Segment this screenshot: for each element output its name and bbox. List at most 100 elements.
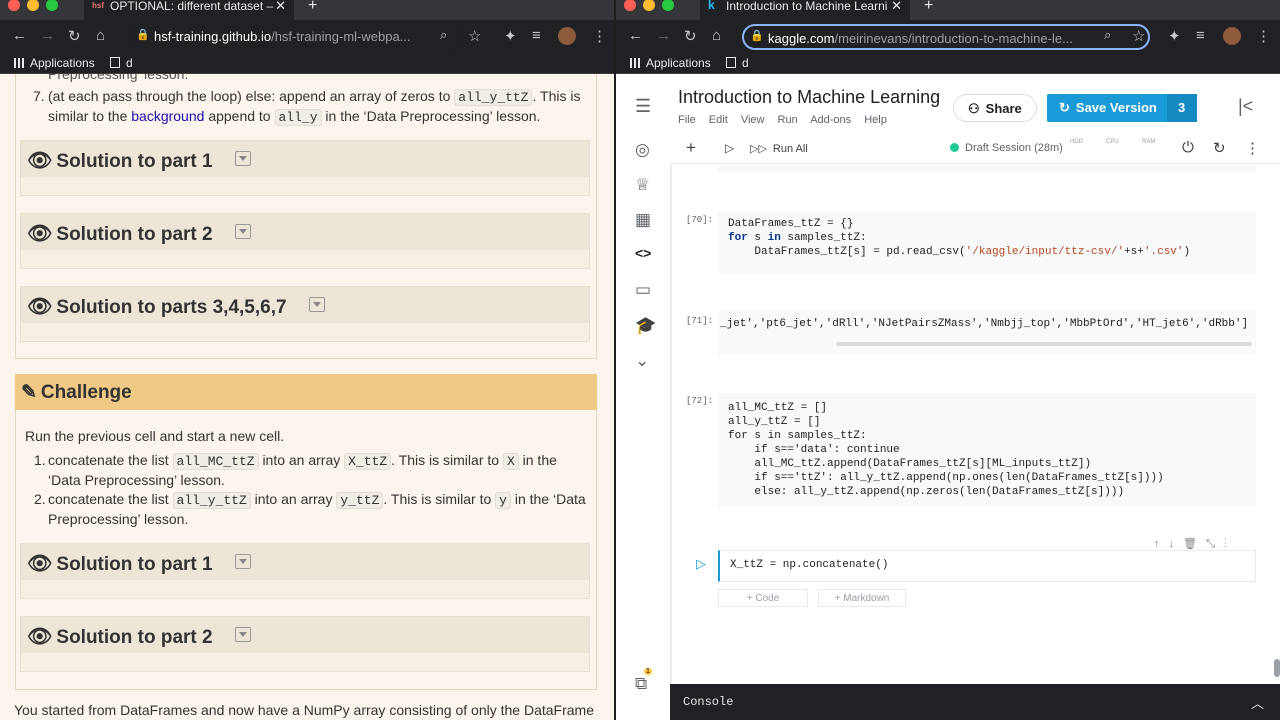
chevron-up-icon[interactable]: ︿	[1251, 693, 1264, 712]
menu-file[interactable]: File	[678, 114, 696, 126]
code-cell-72[interactable]: all_MC_ttZ = [] all_y_ttZ = [] for s in …	[718, 393, 1256, 507]
cell-menu-icon[interactable]: ⋮	[1224, 538, 1227, 550]
collapse-panel-icon[interactable]: |<	[1238, 96, 1253, 117]
right-address-bar[interactable]: 🔒 kaggle.com/meirinevans/introduction-to…	[742, 24, 1150, 50]
notebook-toolbar: + ▷ ▷▷ Run All Draft Session (28m) HDD CP…	[670, 136, 1280, 164]
apps-bookmark[interactable]: Applications	[630, 56, 711, 70]
more-options-icon[interactable]: ⋮	[1245, 139, 1260, 157]
extensions-icon[interactable]: ✦	[504, 27, 517, 45]
challenge-solution-part-1[interactable]: 👁 Solution to part 1	[20, 543, 590, 599]
close-tab-icon[interactable]: ✕	[891, 0, 902, 14]
right-nav-bar: ← → ↻ ⌂ 🔒 kaggle.com/meirinevans/introdu…	[616, 20, 1280, 52]
profile-avatar[interactable]	[558, 27, 576, 45]
extensions-icon[interactable]: ✦	[1168, 27, 1181, 45]
new-tab-icon[interactable]: +	[924, 0, 933, 15]
chevron-down-icon[interactable]	[308, 297, 325, 312]
restart-icon[interactable]: ↻	[1213, 139, 1226, 157]
d-bookmark[interactable]: d	[726, 56, 749, 70]
reload-icon[interactable]: ↻	[684, 27, 697, 45]
maximize-window-button[interactable]	[662, 0, 674, 11]
chevron-down-icon[interactable]	[234, 224, 251, 239]
hamburger-menu-icon[interactable]: ☰	[635, 96, 651, 117]
right-active-tab[interactable]: k Introduction to Machine Learni ✕	[700, 0, 910, 20]
back-icon[interactable]: ←	[12, 27, 27, 44]
output-cell-71[interactable]: _jet','pt6_jet','dRll','NJetPairsZMass',…	[718, 311, 1256, 355]
compass-icon[interactable]: ◎	[635, 140, 650, 160]
close-tab-icon[interactable]: ✕	[275, 0, 286, 14]
home-icon[interactable]: ⌂	[96, 27, 105, 44]
d-bookmark[interactable]: d	[110, 56, 133, 70]
console-panel[interactable]: Console ︿	[670, 684, 1280, 720]
add-markdown-button[interactable]: + Markdown	[818, 589, 906, 607]
collapse-icon[interactable]: ⤡	[1206, 538, 1215, 550]
right-bookmarks-bar: Applications d	[616, 52, 1280, 74]
session-status[interactable]: Draft Session (28m)	[950, 142, 1063, 154]
apps-bookmark[interactable]: Applications	[14, 56, 95, 70]
version-count-button[interactable]: 3	[1167, 94, 1197, 122]
maximize-window-button[interactable]	[46, 0, 58, 11]
close-window-button[interactable]	[624, 0, 636, 11]
code-icon[interactable]: <>	[635, 245, 651, 261]
add-code-button[interactable]: + Code	[718, 589, 808, 607]
copy-notifications-icon[interactable]: ⧉ 1	[635, 668, 652, 694]
forward-icon[interactable]: →	[40, 27, 55, 44]
solution-part-2[interactable]: 👁 Solution to part 2	[20, 213, 590, 269]
solution-part-1[interactable]: 👁 Solution to part 1	[20, 140, 590, 196]
menu-kebab-icon[interactable]: ⋮	[592, 27, 607, 45]
menu-view[interactable]: View	[741, 114, 765, 126]
close-window-button[interactable]	[8, 0, 20, 11]
notebook-title[interactable]: Introduction to Machine Learning	[678, 87, 940, 108]
code-keyword: in	[767, 232, 781, 244]
forward-icon[interactable]: →	[656, 27, 671, 44]
vertical-scrollbar[interactable]	[1274, 659, 1280, 677]
move-down-icon[interactable]: ↓	[1169, 538, 1175, 550]
search-icon[interactable]: ⌕	[1104, 27, 1111, 43]
school-icon[interactable]: 🎓	[635, 316, 656, 336]
comments-icon[interactable]: ▭	[635, 280, 651, 300]
run-all-icon: ▷▷	[750, 143, 767, 155]
chevron-down-icon[interactable]	[234, 627, 251, 642]
media-icon[interactable]: ≡	[532, 27, 541, 44]
chevron-down-icon[interactable]	[234, 151, 251, 166]
menu-kebab-icon[interactable]: ⋮	[1256, 27, 1271, 45]
trophy-icon[interactable]: ♕	[635, 175, 650, 195]
left-url-path: /hsf-training-ml-webpa...	[271, 29, 411, 44]
active-code-cell[interactable]: X_ttZ = np.concatenate()	[718, 550, 1256, 582]
ram-meter: RAM	[1142, 139, 1156, 145]
previous-cell-tail	[718, 165, 1256, 173]
share-button[interactable]: ⚇ Share	[953, 94, 1037, 122]
bookmark-star-icon[interactable]: ☆	[468, 27, 481, 45]
table-icon[interactable]: ▦	[635, 210, 651, 230]
run-cell-icon[interactable]: ▷	[696, 556, 706, 572]
minimize-window-button[interactable]	[27, 0, 39, 11]
run-all-button[interactable]: ▷▷ Run All	[750, 142, 808, 155]
add-cell-icon[interactable]: +	[686, 138, 696, 158]
menu-help[interactable]: Help	[864, 114, 887, 126]
menu-edit[interactable]: Edit	[709, 114, 728, 126]
challenge-solution-part-2[interactable]: 👁 Solution to part 2	[20, 616, 590, 672]
minimize-window-button[interactable]	[643, 0, 655, 11]
bookmark-star-icon[interactable]: ☆	[1132, 27, 1145, 45]
left-active-tab[interactable]: hsf OPTIONAL: different dataset – ✕	[84, 0, 294, 20]
run-cell-icon[interactable]: ▷	[725, 141, 734, 155]
inline-code: all_y_ttZ	[172, 492, 251, 509]
reload-icon[interactable]: ↻	[68, 27, 81, 45]
profile-avatar[interactable]	[1223, 27, 1241, 45]
back-icon[interactable]: ←	[628, 27, 643, 44]
chevron-down-icon[interactable]	[234, 554, 251, 569]
chevron-down-icon[interactable]: ⌄	[635, 351, 649, 371]
menu-addons[interactable]: Add-ons	[810, 114, 851, 126]
horizontal-scrollbar[interactable]	[836, 342, 1252, 346]
home-icon[interactable]: ⌂	[712, 27, 721, 44]
solution-parts-3-7[interactable]: 👁 Solution to parts 3,4,5,6,7	[20, 286, 590, 342]
zoom-icon[interactable]: ⌕	[440, 27, 447, 43]
power-icon[interactable]: ⏻	[1182, 139, 1194, 156]
left-address-bar[interactable]: 🔒 hsf-training.github.io/hsf-training-ml…	[130, 24, 462, 50]
menu-run[interactable]: Run	[778, 114, 798, 126]
new-tab-icon[interactable]: +	[308, 0, 317, 15]
media-icon[interactable]: ≡	[1196, 27, 1205, 44]
code-cell-70[interactable]: DataFrames_ttZ = {} for s in samples_ttZ…	[718, 211, 1256, 273]
move-up-icon[interactable]: ↑	[1154, 538, 1160, 550]
delete-icon[interactable]: 🗑	[1183, 538, 1197, 550]
save-version-button[interactable]: ↻ Save Version	[1047, 94, 1167, 122]
